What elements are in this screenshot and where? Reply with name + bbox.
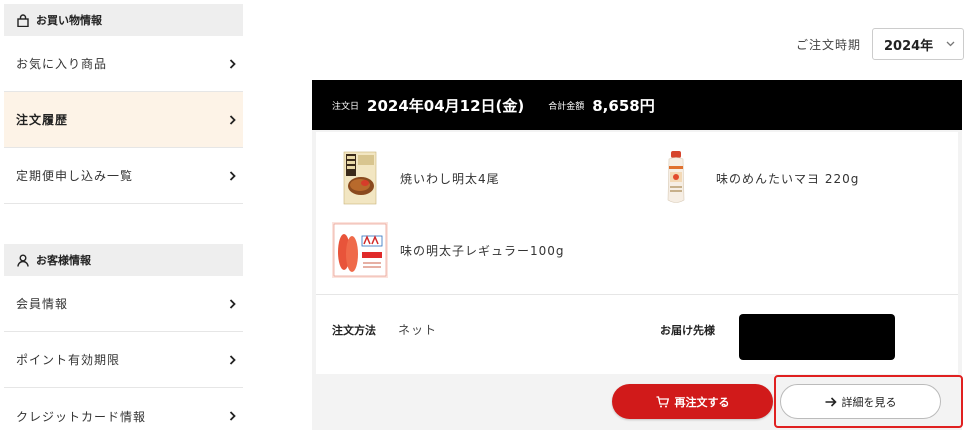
view-details-button[interactable]: 詳細を見る (780, 384, 941, 419)
order-header: 注文日 2024年04月12日(金) 合計金額 8,658円 (312, 80, 962, 130)
view-details-button-label: 詳細を見る (841, 395, 897, 409)
sidebar-item-label: お気に入り商品 (16, 57, 108, 71)
chevron-right-icon (227, 114, 237, 125)
cart-icon (656, 395, 669, 408)
customer-section-title: お客様情報 (36, 254, 91, 267)
order-period-value: 2024年 (884, 38, 934, 54)
order-method-label: 注文方法 (332, 324, 376, 337)
order-period-select[interactable]: 2024年 (872, 28, 964, 60)
chevron-right-icon (227, 354, 237, 365)
order-item-name: 味のめんたいマヨ 220g (716, 171, 860, 186)
sidebar-item-label: 注文履歴 (16, 113, 69, 127)
grilled-sardine-package-thumb (332, 150, 388, 206)
sidebar-item-member-info[interactable]: 会員情報 (4, 276, 243, 332)
customer-section-header: お客様情報 (4, 244, 243, 276)
sidebar-item-point-expiry[interactable]: ポイント有効期限 (4, 332, 243, 388)
mentai-mayo-bottle-thumb (648, 150, 704, 206)
sidebar-item-order-history[interactable]: 注文履歴 (4, 92, 243, 148)
sidebar-item-label: 会員情報 (16, 297, 69, 311)
mentaiko-regular-package-thumb (332, 222, 388, 278)
recipient-label: お届け先様 (660, 324, 715, 337)
chevron-right-icon (227, 58, 237, 69)
recipient-redacted-block (739, 314, 895, 360)
shopping-bag-icon (16, 13, 30, 27)
sidebar-item-subscriptions[interactable]: 定期便申し込み一覧 (4, 148, 243, 204)
chevron-down-icon (945, 39, 955, 49)
order-item-name: 味の明太子レギュラー100g (400, 243, 565, 258)
sidebar-item-favorites[interactable]: お気に入り商品 (4, 36, 243, 92)
shopping-section-header: お買い物情報 (4, 4, 243, 36)
sidebar: お買い物情報 お気に入り商品 注文履歴 定期便申し込み一覧 お客様情報 会員情報 (0, 0, 243, 440)
sidebar-item-label: クレジットカード情報 (16, 409, 147, 424)
chevron-right-icon (227, 298, 237, 309)
reorder-button[interactable]: 再注文する (612, 384, 773, 419)
order-item: 焼いわし明太4尾 (332, 150, 500, 206)
order-total: 8,658円 (592, 96, 655, 115)
sidebar-item-label: ポイント有効期限 (16, 353, 121, 367)
order-items-box: 焼いわし明太4尾 味のめんたいマヨ 220g 味の明太子レギュラー100g 注文… (316, 132, 958, 374)
order-item: 味の明太子レギュラー100g (332, 222, 565, 278)
order-date: 2024年04月12日(金) (367, 96, 525, 115)
reorder-button-label: 再注文する (674, 395, 730, 409)
order-item: 味のめんたいマヨ 220g (648, 150, 859, 206)
sidebar-item-credit-card[interactable]: クレジットカード情報 (4, 388, 243, 444)
chevron-right-icon (227, 170, 237, 181)
sidebar-item-label: 定期便申し込み一覧 (16, 169, 134, 183)
order-item-name: 焼いわし明太4尾 (400, 171, 500, 186)
user-icon (16, 253, 30, 267)
order-date-label: 注文日 (332, 101, 360, 112)
chevron-right-icon (227, 411, 237, 421)
order-period-label: ご注文時期 (796, 38, 862, 52)
shopping-section-title: お買い物情報 (36, 14, 102, 27)
order-method-value: ネット (398, 323, 438, 337)
arrow-right-icon (825, 396, 837, 407)
items-divider (316, 294, 958, 295)
order-total-label: 合計金額 (548, 101, 585, 112)
